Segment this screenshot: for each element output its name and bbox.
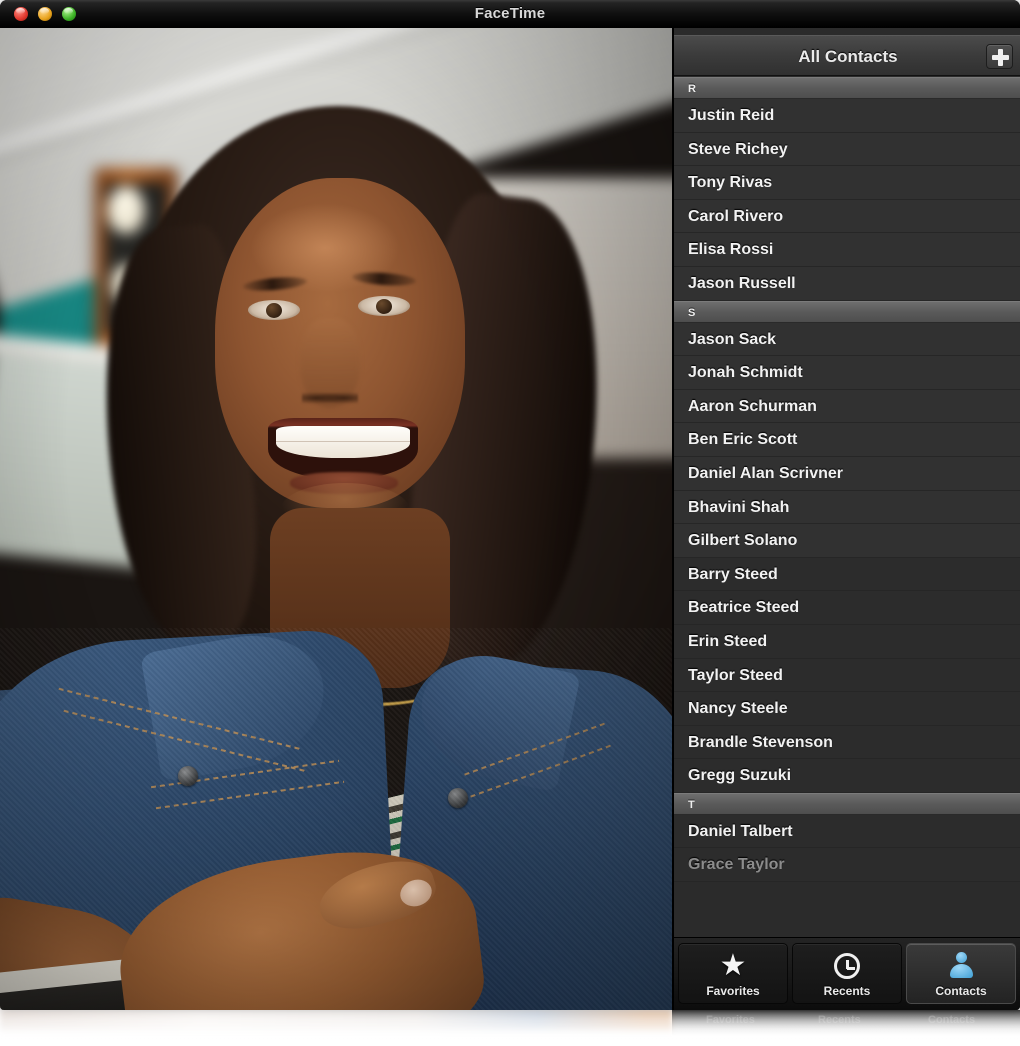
teeth-gap-line (276, 441, 410, 442)
clock-icon (793, 951, 901, 981)
facetime-window: FaceTime All Contacts R Justin Reid Stev… (0, 0, 1020, 1010)
contact-row[interactable]: Nancy Steele (674, 692, 1020, 726)
contact-row[interactable]: Gilbert Solano (674, 524, 1020, 558)
add-contact-button[interactable] (986, 44, 1013, 69)
contact-row[interactable]: Jason Sack (674, 322, 1020, 357)
nostrils (302, 390, 358, 406)
tab-recents[interactable]: Recents (792, 943, 902, 1004)
contact-row[interactable]: Jonah Schmidt (674, 356, 1020, 390)
reflection-fade (0, 1010, 1020, 1046)
contact-row[interactable]: Steve Richey (674, 132, 1020, 167)
right-eye (358, 296, 410, 316)
contact-row[interactable]: Bhavini Shah (674, 490, 1020, 525)
left-eye (248, 300, 300, 320)
tab-bar: ★ Favorites Recents Contacts (674, 937, 1020, 1010)
tab-favorites-label: Favorites (706, 984, 760, 998)
contact-row[interactable]: Ben Eric Scott (674, 423, 1020, 457)
section-header-r: R (674, 77, 1020, 99)
contact-row[interactable]: Brandle Stevenson (674, 725, 1020, 760)
teeth (276, 426, 410, 458)
contact-row[interactable]: Daniel Talbert (674, 814, 1020, 849)
star-icon: ★ (719, 949, 747, 982)
mouth (268, 418, 418, 480)
section-header-t: T (674, 792, 1020, 815)
contact-row[interactable]: Gregg Suzuki (674, 759, 1020, 793)
contact-row[interactable]: Barry Steed (674, 557, 1020, 592)
contact-list[interactable]: R Justin Reid Steve Richey Tony Rivas Carol … (674, 77, 1020, 965)
contacts-sidebar: All Contacts R Justin Reid Steve Richey Ton… (672, 28, 1020, 1010)
contact-row[interactable]: Grace Taylor (674, 848, 1020, 883)
contact-row[interactable]: Beatrice Steed (674, 591, 1020, 625)
tab-favorites[interactable]: ★ Favorites (678, 943, 788, 1004)
sidebar-title: All Contacts (798, 47, 898, 66)
window-title: FaceTime (474, 5, 546, 22)
plus-icon-vertical (998, 49, 1003, 66)
section-header-s: S (674, 300, 1020, 323)
window-reflection: FavoritesRecentsContacts (0, 1010, 1020, 1046)
left-pupil (266, 303, 282, 318)
contact-row[interactable]: Aaron Schurman (674, 389, 1020, 424)
title-bar: FaceTime (0, 0, 1020, 28)
video-subject (0, 28, 672, 1010)
tab-contacts[interactable]: Contacts (906, 943, 1016, 1004)
contact-row[interactable]: Daniel Alan Scrivner (674, 456, 1020, 491)
person-icon (907, 951, 1015, 981)
sidebar-header: All Contacts (674, 35, 1020, 76)
contact-row[interactable]: Carol Rivero (674, 199, 1020, 234)
contact-row[interactable]: Justin Reid (674, 99, 1020, 133)
contact-row[interactable]: Elisa Rossi (674, 233, 1020, 267)
video-preview[interactable] (0, 28, 672, 1010)
tab-recents-label: Recents (823, 984, 871, 998)
contact-row[interactable]: Jason Russell (674, 266, 1020, 301)
contact-row[interactable]: Erin Steed (674, 624, 1020, 659)
contact-row[interactable]: Taylor Steed (674, 658, 1020, 693)
contact-row[interactable]: Tony Rivas (674, 166, 1020, 200)
tab-contacts-label: Contacts (935, 984, 987, 998)
right-pupil (376, 299, 392, 314)
